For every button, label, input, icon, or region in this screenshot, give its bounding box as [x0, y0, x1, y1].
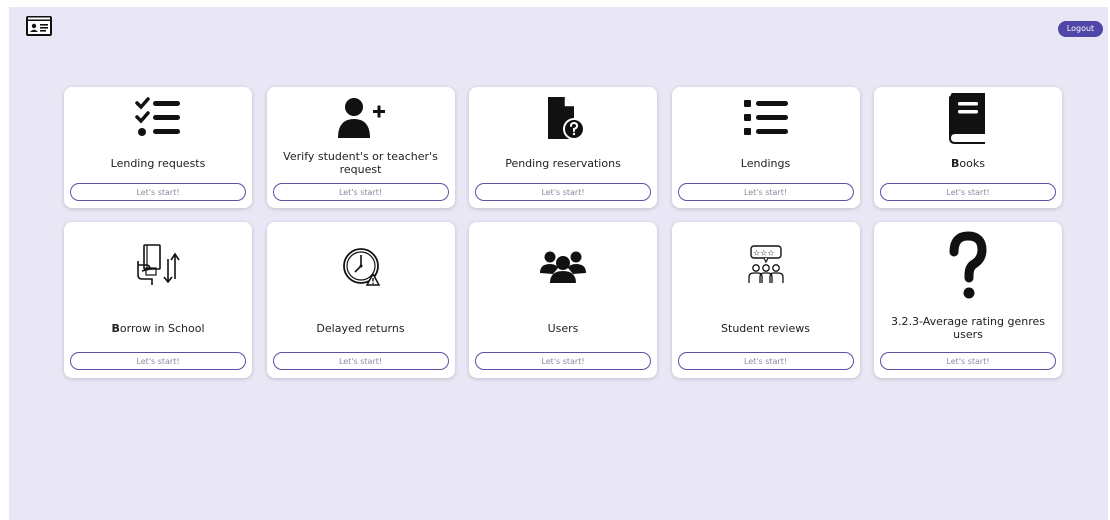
- card-delayed-returns: Delayed returns Let's start!: [266, 222, 455, 378]
- lets-start-button[interactable]: Let's start!: [70, 352, 246, 370]
- card-average-rating-genres: 3.2.3-Average rating genres users Let's …: [874, 222, 1062, 378]
- logout-button[interactable]: Logout: [1058, 21, 1103, 37]
- card-verify-requests: Verify student's or teacher's request Le…: [266, 87, 455, 208]
- card-books: Books Let's start!: [874, 87, 1062, 208]
- svg-text:☆☆☆: ☆☆☆: [753, 249, 775, 258]
- top-strip: [0, 0, 1110, 7]
- book-icon: [938, 93, 998, 144]
- card-label: Student reviews: [721, 321, 810, 335]
- card-label: Books: [951, 156, 985, 170]
- lets-start-button[interactable]: Let's start!: [475, 183, 651, 201]
- lets-start-button[interactable]: Let's start!: [475, 352, 651, 370]
- question-mark-icon: [933, 230, 1003, 302]
- lets-start-button[interactable]: Let's start!: [880, 183, 1056, 201]
- card-label: Borrow in School: [111, 321, 205, 335]
- card-label: Lendings: [740, 156, 791, 170]
- lets-start-button[interactable]: Let's start!: [880, 352, 1056, 370]
- card-pending-reservations: Pending reservations Let's start!: [469, 87, 657, 208]
- card-label: Users: [547, 321, 579, 335]
- rating-reviews-icon: ☆☆☆: [731, 230, 801, 302]
- id-card-icon[interactable]: [26, 16, 52, 36]
- card-label: Pending reservations: [505, 156, 621, 170]
- users-group-icon: [528, 230, 598, 302]
- card-lending-requests: Lending requests Let's start!: [64, 87, 252, 208]
- lets-start-button[interactable]: Let's start!: [272, 352, 449, 370]
- lets-start-button[interactable]: Let's start!: [70, 183, 246, 201]
- checklist-icon: [128, 93, 188, 143]
- list-icon: [736, 93, 796, 143]
- dashboard-grid: Lending requests Let's start! Verify stu…: [64, 87, 1062, 378]
- file-question-icon: [533, 93, 593, 143]
- user-plus-icon: [331, 93, 391, 143]
- card-label: Lending requests: [110, 156, 206, 170]
- card-lendings: Lendings Let's start!: [671, 87, 860, 208]
- card-label: 3.2.3-Average rating genres users: [891, 315, 1045, 341]
- clock-warning-icon: [326, 230, 396, 302]
- card-student-reviews: ☆☆☆ Student reviews Let's start!: [671, 222, 860, 378]
- lets-start-button[interactable]: Let's start!: [677, 183, 854, 201]
- card-borrow-in-school: Borrow in School Let's start!: [64, 222, 252, 378]
- borrow-book-icon: [123, 230, 193, 302]
- lets-start-button[interactable]: Let's start!: [677, 352, 854, 370]
- card-users: Users Let's start!: [469, 222, 657, 378]
- card-label: Verify student's or teacher's request: [283, 150, 438, 176]
- card-label: Delayed returns: [316, 321, 405, 335]
- lets-start-button[interactable]: Let's start!: [272, 183, 449, 201]
